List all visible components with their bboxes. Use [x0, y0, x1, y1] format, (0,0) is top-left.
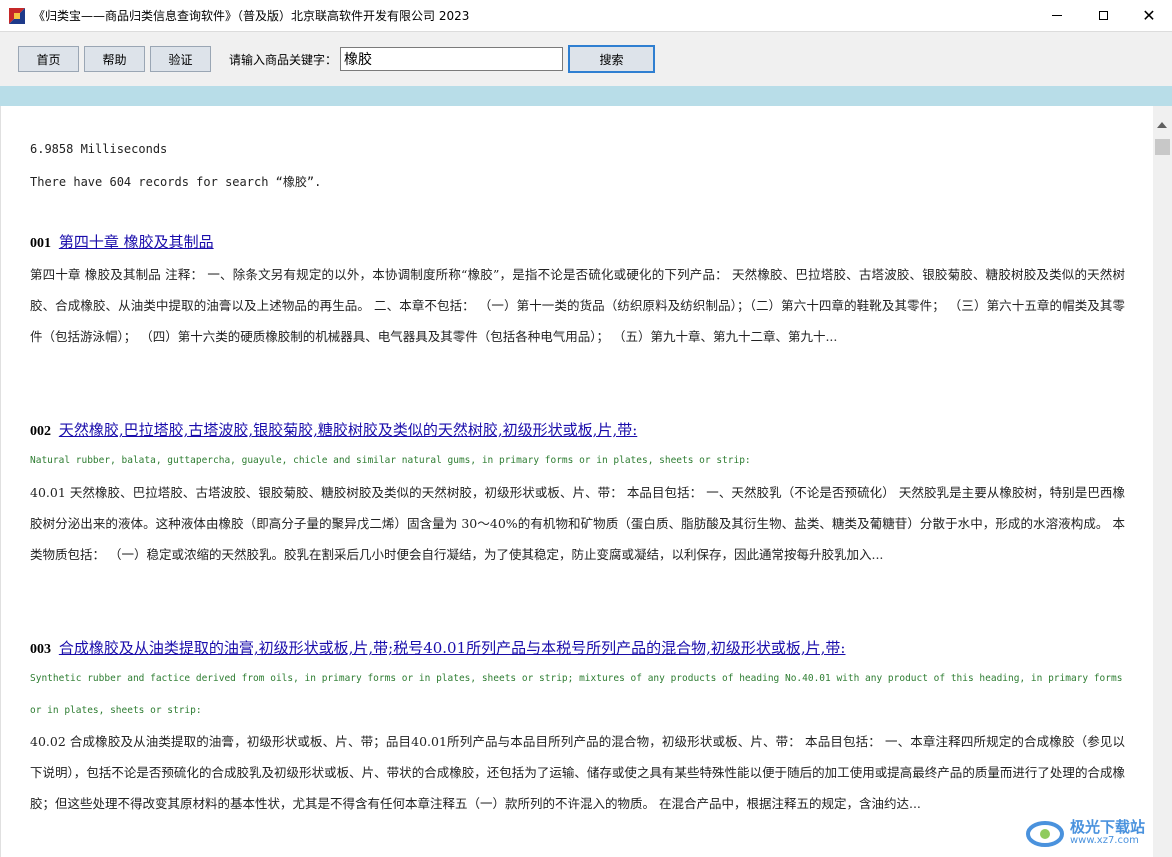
window-controls: ✕ — [1034, 0, 1172, 31]
toolbar-divider-strip — [0, 86, 1172, 106]
maximize-icon — [1098, 11, 1108, 20]
close-button[interactable]: ✕ — [1126, 0, 1172, 31]
watermark-logo-icon — [1025, 821, 1064, 847]
scrollbar-thumb[interactable] — [1155, 139, 1170, 155]
result-heading: 001 第四十章 橡胶及其制品 — [30, 231, 214, 252]
search-button[interactable]: 搜索 — [568, 45, 655, 73]
result-description: 40.01 天然橡胶、巴拉塔胶、古塔波胶、银胶菊胶、糖胶树胶及类似的天然树胶，初… — [30, 485, 1125, 562]
maximize-button[interactable] — [1080, 0, 1126, 31]
watermark-brand: 极光下载站 — [1069, 818, 1145, 836]
close-icon: ✕ — [1142, 5, 1156, 25]
title-bar: 《归类宝——商品归类信息查询软件》（普及版）北京联高软件开发有限公司 2023 … — [0, 0, 1172, 31]
keyword-label: 请输入商品关键字： — [229, 53, 338, 67]
result-description: 第四十章 橡胶及其制品 注释： 一、除条文另有规定的以外，本协调制度所称“橡胶”… — [30, 267, 1125, 344]
watermark-url: www.xz7.com — [1069, 835, 1139, 846]
help-button[interactable]: 帮助 — [84, 46, 145, 72]
app-logo-icon — [9, 7, 25, 24]
search-timing: 6.9858 Milliseconds — [30, 142, 168, 156]
minimize-button[interactable] — [1034, 0, 1080, 31]
result-title-link[interactable]: 合成橡胶及从油类提取的油膏,初级形状或板,片,带;税号40.01所列产品与本税号… — [59, 639, 846, 657]
verify-button[interactable]: 验证 — [150, 46, 211, 72]
vertical-scrollbar[interactable] — [1153, 106, 1172, 857]
window-title: 《归类宝——商品归类信息查询软件》（普及版）北京联高软件开发有限公司 2023 — [33, 9, 470, 23]
result-heading: 002 天然橡胶,巴拉塔胶,古塔波胶,银胶菊胶,糖胶树胶及类似的天然树胶,初级形… — [30, 419, 637, 440]
result-number: 001 — [30, 236, 51, 251]
result-english-title: Natural rubber, balata, guttapercha, gua… — [30, 455, 751, 466]
result-description: 40.02 合成橡胶及从油类提取的油膏，初级形状或板、片、带；品目40.01所列… — [30, 734, 1125, 811]
result-title-link[interactable]: 第四十章 橡胶及其制品 — [59, 233, 214, 251]
watermark: 极光下载站 www.xz7.com — [1025, 818, 1145, 849]
toolbar: 首页 帮助 验证 请输入商品关键字： 搜索 — [0, 31, 1172, 86]
result-heading: 003 合成橡胶及从油类提取的油膏,初级形状或板,片,带;税号40.01所列产品… — [30, 637, 846, 658]
result-english-title: Synthetic rubber and factice derived fro… — [30, 673, 1123, 716]
minimize-icon — [1052, 15, 1062, 16]
results-pane: 6.9858 Milliseconds There have 604 recor… — [0, 106, 1153, 857]
result-title-link[interactable]: 天然橡胶,巴拉塔胶,古塔波胶,银胶菊胶,糖胶树胶及类似的天然树胶,初级形状或板,… — [59, 421, 637, 439]
result-number: 003 — [30, 642, 51, 657]
search-summary: There have 604 records for search “橡胶”. — [30, 175, 322, 189]
result-number: 002 — [30, 424, 51, 439]
keyword-input[interactable] — [340, 47, 563, 71]
scroll-up-icon[interactable] — [1157, 122, 1167, 128]
home-button[interactable]: 首页 — [18, 46, 79, 72]
